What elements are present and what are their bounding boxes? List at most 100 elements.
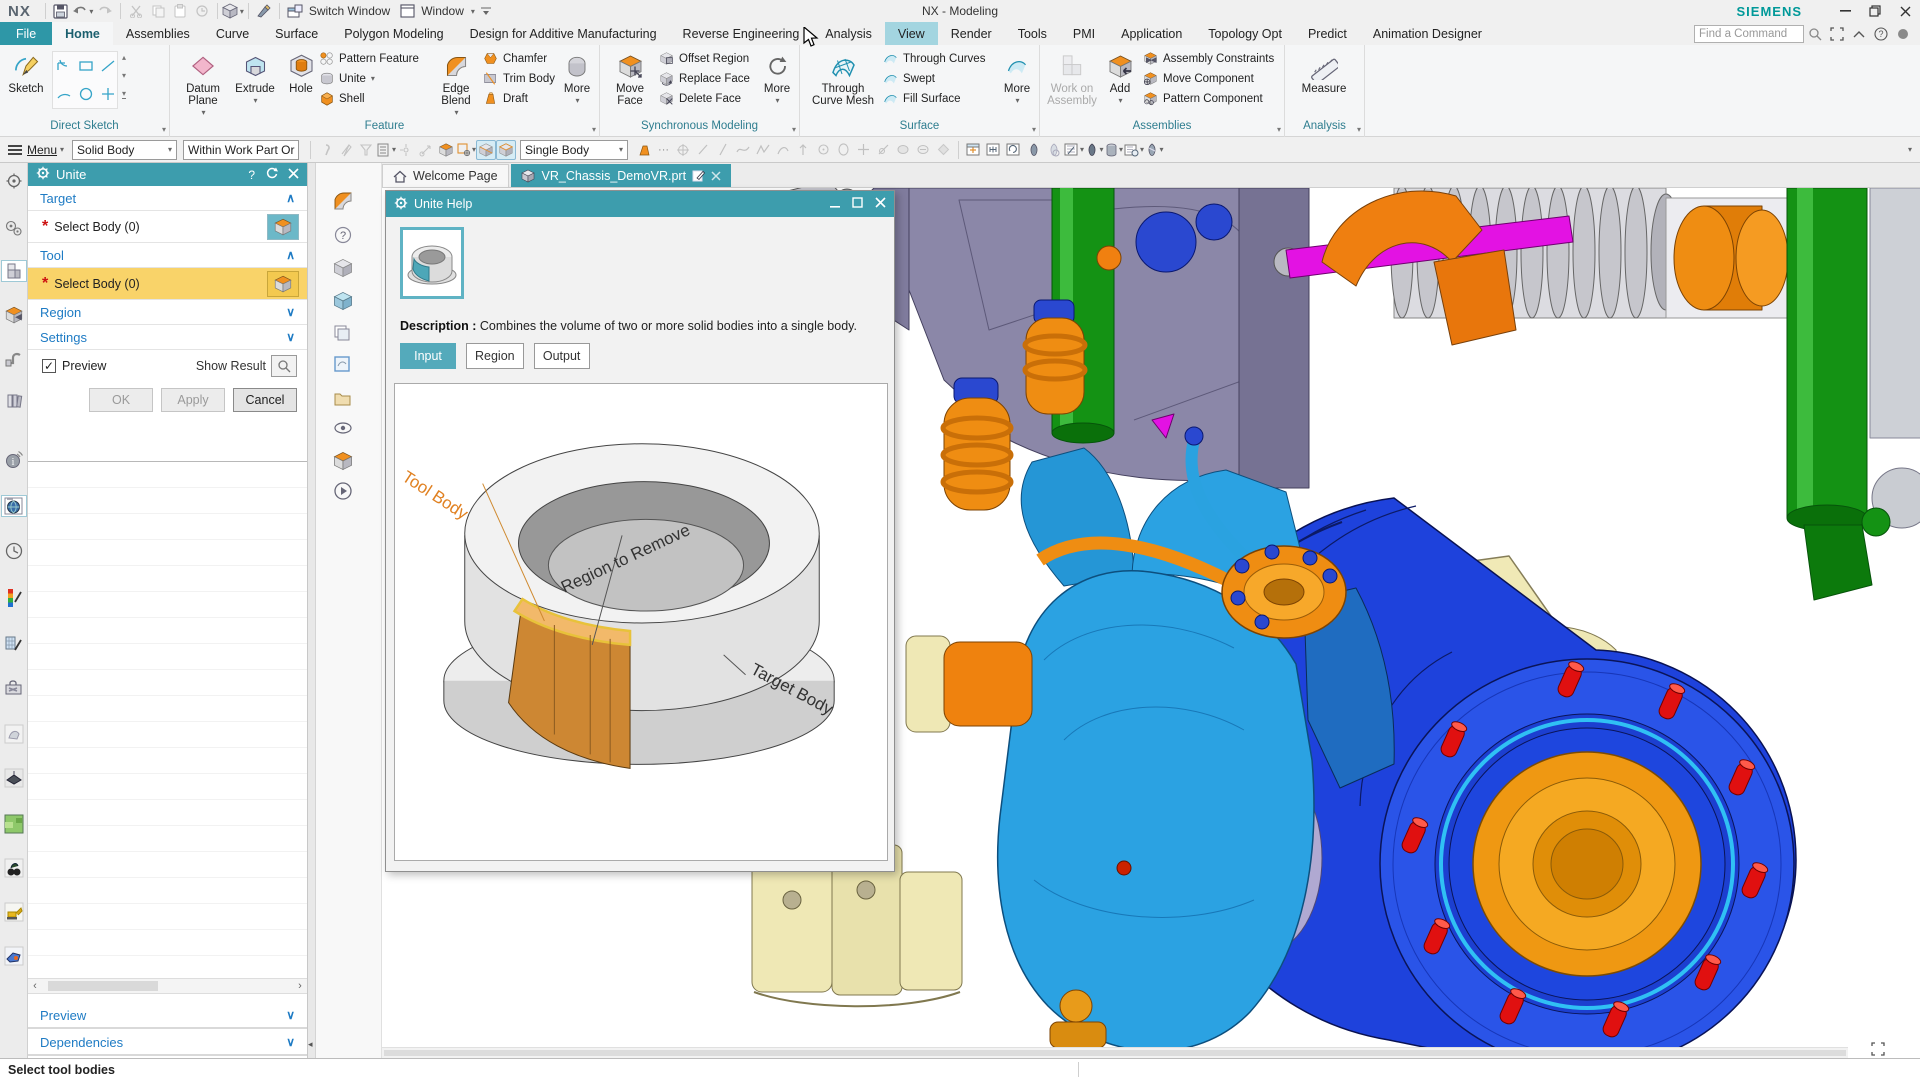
replace-face-button[interactable]: Replace Face [658, 69, 758, 88]
polyline-snap-icon[interactable] [753, 140, 773, 160]
brush-icon[interactable] [253, 1, 275, 21]
target-select-body-row[interactable]: * Select Body (0) [28, 211, 307, 243]
window-menu-label[interactable]: Window [421, 4, 464, 18]
menu-hamburger-icon[interactable] [8, 144, 22, 155]
sketch-scroll-arrows[interactable]: ▴ ▾ ▾ [122, 53, 127, 99]
clamp-icon[interactable] [3, 347, 25, 369]
tab-design-additive[interactable]: Design for Additive Manufacturing [457, 22, 670, 45]
tab-view[interactable]: View [884, 22, 938, 45]
cylinder-style-icon[interactable]: ▾ [1104, 140, 1124, 160]
find-command-input[interactable] [1694, 24, 1804, 43]
tab-home[interactable]: Home [52, 22, 113, 45]
color-scale-icon[interactable] [3, 587, 25, 609]
point-target-icon[interactable] [673, 140, 693, 160]
web-browser-icon[interactable] [1, 495, 27, 517]
move-component-button[interactable]: Move Component [1142, 69, 1282, 88]
hole-button[interactable]: Hole [282, 49, 320, 95]
add-component-button[interactable]: Add ▾ [1102, 49, 1138, 107]
tab-polygon-modeling[interactable]: Polygon Modeling [331, 22, 456, 45]
circle-center-snap-icon[interactable] [813, 140, 833, 160]
tool-section-header[interactable]: Tool ∧ [28, 243, 307, 268]
scope-filter-select[interactable]: Within Work Part Or▾ [183, 139, 300, 160]
toolbox-icon[interactable] [3, 677, 25, 699]
view-style-icon[interactable]: ▾ [221, 1, 244, 21]
part-navigator-icon[interactable] [1, 260, 27, 282]
tab-part-document[interactable]: VR_Chassis_DemoVR.prt [510, 164, 732, 187]
scroll-left-icon[interactable]: ‹ [28, 980, 42, 992]
history-clock-icon[interactable] [3, 540, 25, 562]
show-result-button[interactable] [271, 355, 297, 377]
thumbnail-terrain[interactable] [3, 813, 25, 835]
switch-window-label[interactable]: Switch Window [309, 4, 390, 18]
unite-dialog-header[interactable]: Unite ? [28, 163, 307, 186]
info-icon[interactable]: i [3, 449, 25, 471]
minimize-button[interactable] [1830, 0, 1860, 22]
wcs-cube-icon[interactable] [436, 140, 456, 160]
shaded-edges-view-icon[interactable] [1044, 140, 1064, 160]
rectangle-icon[interactable] [75, 52, 97, 80]
surface-more-button[interactable]: More ▾ [998, 49, 1036, 107]
tab-predict[interactable]: Predict [1295, 22, 1360, 45]
help-maximize-icon[interactable] [852, 197, 863, 211]
viewport-horizontal-scrollbar[interactable] [382, 1047, 1848, 1058]
tangent-snap-icon[interactable] [873, 140, 893, 160]
tab-topology-opt[interactable]: Topology Opt [1195, 22, 1295, 45]
scroll-right-icon[interactable]: › [293, 980, 307, 992]
visibility-eye-icon[interactable] [330, 415, 356, 441]
tab-pmi[interactable]: PMI [1060, 22, 1108, 45]
group-dialog-launcher[interactable]: ▾ [1357, 125, 1361, 134]
menu-button[interactable]: Menu [27, 143, 57, 157]
tab-tools[interactable]: Tools [1005, 22, 1060, 45]
swept-button[interactable]: Swept [882, 69, 994, 88]
tab-curve[interactable]: Curve [203, 22, 262, 45]
point-icon[interactable] [97, 80, 119, 108]
preview-checkbox[interactable]: ✓ [42, 359, 56, 373]
target-body-button[interactable] [267, 213, 299, 240]
dialog-reset-icon[interactable] [265, 167, 278, 182]
assembly-cube-icon[interactable] [330, 288, 356, 314]
selection-scope-select[interactable]: Single Body ▾ [520, 139, 629, 160]
redo-icon[interactable] [94, 1, 116, 21]
offset-region-button[interactable]: Offset Region [658, 49, 758, 68]
undo-icon[interactable]: ▾ [72, 1, 94, 21]
fill-surface-button[interactable]: Fill Surface [882, 89, 994, 108]
tab-reverse-engineering[interactable]: Reverse Engineering [670, 22, 813, 45]
window-zoom-icon[interactable]: ▾ [1064, 140, 1084, 160]
snap-filter-icon[interactable] [316, 140, 336, 160]
scroll-thumb[interactable] [384, 1050, 1846, 1056]
part-cube-icon[interactable] [330, 255, 356, 281]
line2-snap-icon[interactable] [713, 140, 733, 160]
thumbnail-blue-part[interactable] [3, 945, 25, 967]
help-tab-region[interactable]: Region [466, 343, 524, 369]
snap-handle-icon[interactable] [416, 140, 436, 160]
restore-button[interactable] [1860, 0, 1890, 22]
face2-snap-icon[interactable] [913, 140, 933, 160]
line-icon[interactable] [97, 52, 119, 80]
thumbnail-machine[interactable] [3, 857, 25, 879]
appearance-icon[interactable]: ▾ [1144, 140, 1164, 160]
tab-analysis[interactable]: Analysis [812, 22, 885, 45]
tab-animation-designer[interactable]: Animation Designer [1360, 22, 1495, 45]
layers-icon[interactable] [330, 320, 356, 346]
analysis-grid-icon[interactable] [3, 633, 25, 655]
profile-icon[interactable] [53, 52, 75, 80]
repeat-command-icon[interactable] [191, 1, 213, 21]
move-face-button[interactable]: Move Face [606, 49, 654, 107]
thumbnail-excavator[interactable] [3, 901, 25, 923]
draft-button[interactable]: Draft [482, 89, 568, 108]
work-on-assembly-button[interactable]: Work on Assembly [1044, 49, 1100, 107]
fullscreen-icon[interactable] [1826, 24, 1848, 44]
minimize-ribbon-icon[interactable] [1848, 24, 1870, 44]
measure-button[interactable]: Measure [1297, 49, 1351, 95]
draft-wedge-icon[interactable] [634, 140, 654, 160]
preview-section-header[interactable]: Preview ∨ [28, 1003, 307, 1029]
arrow-up-snap-icon[interactable] [793, 140, 813, 160]
library-icon[interactable] [3, 390, 25, 412]
apply-button[interactable]: Apply [161, 388, 225, 412]
ellipse-snap-icon[interactable] [833, 140, 853, 160]
delete-face-button[interactable]: Delete Face [658, 89, 758, 108]
tab-file[interactable]: File [0, 22, 53, 45]
viewport-fullscreen-icon[interactable] [1866, 1040, 1890, 1058]
help-question-icon[interactable]: ? [330, 222, 356, 248]
chamfer-button[interactable]: Chamfer [482, 49, 568, 68]
